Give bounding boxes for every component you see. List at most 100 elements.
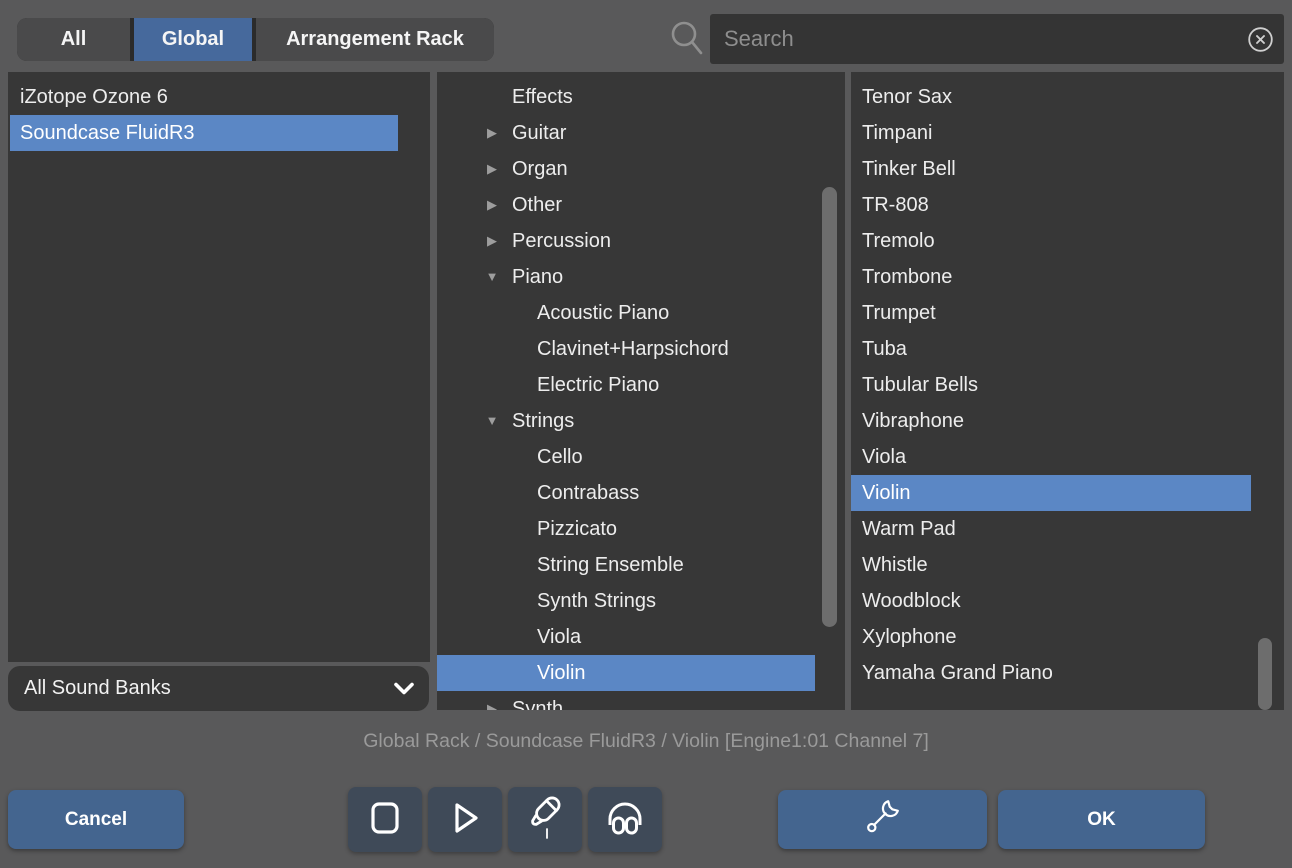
rack-filter-tab[interactable]: Arrangement Rack [256,18,494,61]
tree-item[interactable]: Synth Strings [437,583,815,619]
headphones-icon [603,798,647,841]
plugin-name: iZotope Ozone 6 [20,86,168,108]
category-name: Acoustic Piano [537,295,669,331]
tab-label: Arrangement Rack [286,28,464,51]
patch-list-item[interactable]: Xylophone [851,619,1251,655]
settings-button[interactable] [778,790,987,849]
category-name: Guitar [512,115,566,151]
patch-list-item[interactable]: Tinker Bell [851,151,1251,187]
patch-list-item[interactable]: Vibraphone [851,403,1251,439]
category-name: Synth [512,691,563,710]
tab-label: Global [162,28,224,51]
tree-scrollbar[interactable] [822,187,837,627]
patch-name: Tenor Sax [862,86,952,108]
tree-item[interactable]: ▶ Synth [437,691,815,710]
ok-button[interactable]: OK [998,790,1205,849]
wrench-icon [863,797,903,843]
category-name: Strings [512,403,574,439]
search-input[interactable] [710,26,1247,52]
tree-item[interactable]: Cello [437,439,815,475]
patch-list-item[interactable]: Tubular Bells [851,367,1251,403]
tree-item[interactable]: ▶ Other [437,187,815,223]
category-name: Other [512,187,562,223]
search-icon [668,19,706,64]
patch-name: Viola [862,446,906,468]
disclosure-triangle-icon[interactable]: ▶ [481,187,503,223]
tree-item[interactable]: ▼ Strings [437,403,815,439]
play-button[interactable] [428,787,502,852]
search-field-container [710,14,1284,64]
tree-item[interactable]: Effects [437,79,815,115]
category-name: Clavinet+Harpsichord [537,331,729,367]
category-name: Viola [537,619,581,655]
tree-item[interactable]: ▶ Guitar [437,115,815,151]
patch-list-item[interactable]: Warm Pad [851,511,1251,547]
patch-list-item[interactable]: Tenor Sax [851,79,1251,115]
sound-bank-dropdown[interactable]: All Sound Banks [8,666,429,711]
category-name: Pizzicato [537,511,617,547]
patch-list-item[interactable]: Viola [851,439,1251,475]
tree-item[interactable]: Pizzicato [437,511,815,547]
plugin-list-item[interactable]: Soundcase FluidR3 [10,115,398,151]
patch-scrollbar[interactable] [1258,638,1272,710]
patch-list-item[interactable]: Violin [851,475,1251,511]
patch-list-item[interactable]: Trumpet [851,295,1251,331]
patch-name: Xylophone [862,626,957,648]
patch-list-item[interactable]: Whistle [851,547,1251,583]
monitor-button[interactable] [588,787,662,852]
category-name: Piano [512,259,563,295]
patch-name: Tinker Bell [862,158,956,180]
tree-item[interactable]: Clavinet+Harpsichord [437,331,815,367]
plugin-list-item[interactable]: iZotope Ozone 6 [10,79,398,115]
patch-list-item[interactable]: Woodblock [851,583,1251,619]
clear-search-icon[interactable] [1247,26,1274,53]
patch-list-item[interactable]: Timpani [851,115,1251,151]
patch-name: Tubular Bells [862,374,978,396]
patch-list-item[interactable]: TR-808 [851,187,1251,223]
category-name: Effects [512,79,573,115]
tree-item[interactable]: Electric Piano [437,367,815,403]
tree-item[interactable]: ▶ Organ [437,151,815,187]
category-name: Organ [512,151,568,187]
rack-filter-tab[interactable]: All [17,18,130,61]
tab-label: All [61,28,87,51]
patch-name: Trombone [862,266,952,288]
tree-item[interactable]: Contrabass [437,475,815,511]
patch-name: Tremolo [862,230,935,252]
disclosure-triangle-icon[interactable]: ▶ [481,115,503,151]
tree-item[interactable]: Viola [437,619,815,655]
rack-filter-tab[interactable]: Global [134,18,252,61]
stop-button[interactable] [348,787,422,852]
category-name: Contrabass [537,475,639,511]
tree-item[interactable]: ▼ Piano [437,259,815,295]
patch-list-item[interactable]: Yamaha Grand Piano [851,655,1251,691]
disclosure-triangle-icon[interactable]: ▼ [481,403,503,439]
rack-filter-tabs: All Global Arrangement Rack [17,18,494,61]
disclosure-triangle-icon[interactable]: ▶ [481,223,503,259]
disclosure-triangle-icon[interactable]: ▶ [481,151,503,187]
category-tree: Effects ▶ Guitar ▶ Organ ▶ Other ▶ Percu… [437,79,845,710]
cancel-button[interactable]: Cancel [8,790,184,849]
microphone-icon [525,796,565,843]
tree-item[interactable]: Violin [437,655,815,691]
transport-controls [348,787,662,852]
disclosure-triangle-icon[interactable]: ▼ [481,259,503,295]
patch-name: Warm Pad [862,518,956,540]
patch-list-item[interactable]: Tuba [851,331,1251,367]
patch-list-item[interactable]: Trombone [851,259,1251,295]
chevron-down-icon [393,681,415,697]
tree-item[interactable]: String Ensemble [437,547,815,583]
disclosure-triangle-icon[interactable]: ▶ [481,691,503,710]
plugin-name: Soundcase FluidR3 [20,122,195,144]
plugin-list-panel: iZotope Ozone 6 Soundcase FluidR3 [8,72,430,662]
play-icon [447,799,483,840]
tree-item[interactable]: Acoustic Piano [437,295,815,331]
record-button[interactable] [508,787,582,852]
patch-name: Timpani [862,122,932,144]
tree-item[interactable]: ▶ Percussion [437,223,815,259]
patch-list-item[interactable]: Tremolo [851,223,1251,259]
selection-path-status: Global Rack / Soundcase FluidR3 / Violin… [0,730,1292,753]
patch-name: TR-808 [862,194,929,216]
category-name: String Ensemble [537,547,684,583]
stop-icon [368,800,402,839]
